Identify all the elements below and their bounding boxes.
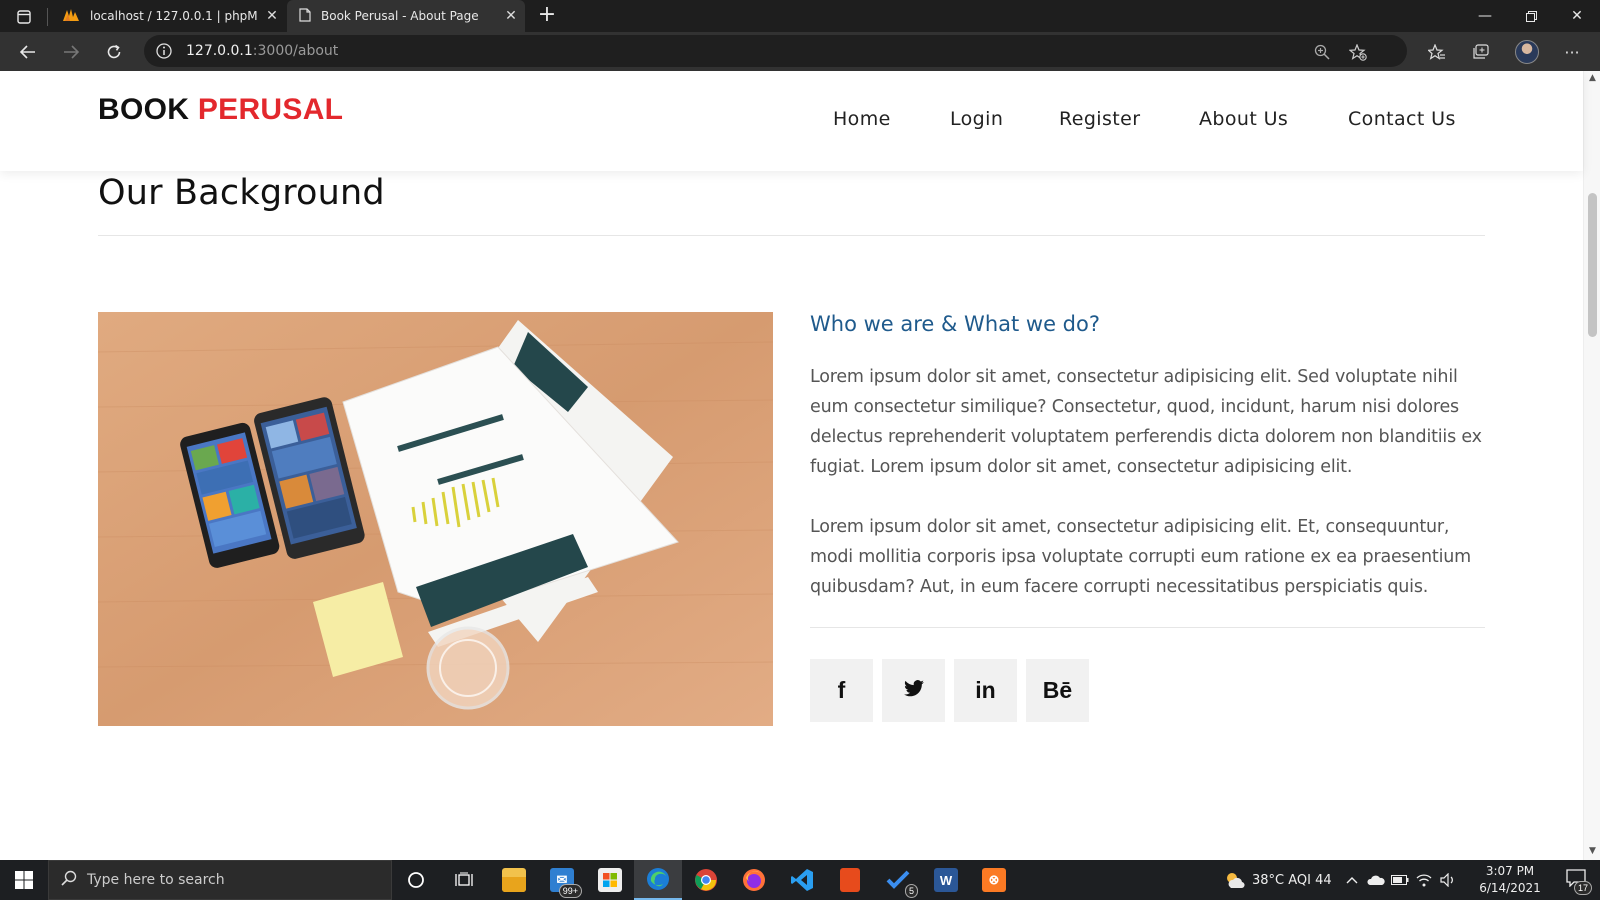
tab-title: localhost / 127.0.0.1 | phpMyAdmin <box>90 9 258 23</box>
wifi-icon[interactable] <box>1412 860 1436 900</box>
close-tab-icon[interactable]: ✕ <box>258 8 286 24</box>
cortana-icon[interactable] <box>392 860 440 900</box>
file-explorer-icon[interactable] <box>490 860 538 900</box>
twitter-icon <box>903 677 925 704</box>
xampp-icon[interactable]: ⊗ <box>970 860 1018 900</box>
about-heading: Who we are & What we do? <box>810 312 1101 336</box>
behance-icon: Bē <box>1042 677 1073 703</box>
firefox-icon[interactable] <box>730 860 778 900</box>
zoom-icon[interactable] <box>1310 41 1334 63</box>
new-tab-icon[interactable]: + <box>534 3 560 29</box>
nav-about-us[interactable]: About Us <box>1199 108 1288 130</box>
battery-icon[interactable] <box>1388 860 1412 900</box>
page-viewport: BOOK PERUSAL Home Login Register About U… <box>0 71 1600 860</box>
show-hidden-icons-icon[interactable] <box>1340 860 1364 900</box>
divider <box>98 235 1485 236</box>
collections-icon[interactable] <box>1466 38 1496 66</box>
taskbar-search-input[interactable]: Type here to search <box>48 860 392 900</box>
mail-icon[interactable]: ✉ 99+ <box>538 860 586 900</box>
taskbar: Type here to search ✉ 99+ 5 W ⊗ 38°C AQI … <box>0 860 1600 900</box>
clock-time: 3:07 PM <box>1485 864 1535 878</box>
nav-register[interactable]: Register <box>1059 108 1140 130</box>
logo-text-perusal: PERUSAL <box>197 93 344 126</box>
scroll-thumb[interactable] <box>1588 193 1597 337</box>
address-bar[interactable]: 127.0.0.1:3000/about <box>144 35 1407 67</box>
phpmyadmin-favicon-icon <box>62 8 80 25</box>
taskbar-clock[interactable]: 3:07 PM 6/14/2021 <box>1470 863 1550 897</box>
url-text: 127.0.0.1:3000/about <box>186 43 338 59</box>
forward-icon[interactable] <box>55 37 87 67</box>
onedrive-icon[interactable] <box>1364 860 1388 900</box>
restore-icon[interactable] <box>1508 0 1554 32</box>
linkedin-icon: in <box>975 677 996 703</box>
logo-text-book: BOOK <box>98 93 190 126</box>
weather-text[interactable]: 38°C AQI 44 <box>1252 860 1332 900</box>
mail-badge: 99+ <box>558 884 582 898</box>
weather-icon[interactable] <box>1220 860 1250 900</box>
browser-tab-bar: localhost / 127.0.0.1 | phpMyAdmin ✕ Boo… <box>0 0 1600 32</box>
browser-toolbar: 127.0.0.1:3000/about ··· <box>0 32 1600 71</box>
linkedin-button[interactable]: in <box>954 659 1017 722</box>
site-logo[interactable]: BOOK PERUSAL <box>98 93 343 127</box>
back-icon[interactable] <box>12 37 44 67</box>
divider <box>810 627 1485 628</box>
url-host: 127.0.0.1 <box>186 43 253 59</box>
nav-home[interactable]: Home <box>833 108 891 130</box>
behance-button[interactable]: Bē <box>1026 659 1089 722</box>
favorites-icon[interactable] <box>1422 38 1452 66</box>
about-paragraph: Lorem ipsum dolor sit amet, consectetur … <box>810 517 1471 597</box>
tab-actions-icon[interactable] <box>10 6 38 28</box>
search-icon <box>61 870 77 890</box>
scroll-down-icon[interactable]: ▼ <box>1588 847 1597 856</box>
url-path: :3000/about <box>252 43 339 59</box>
site-info-icon[interactable] <box>156 43 172 63</box>
profile-avatar-icon[interactable] <box>1512 38 1542 66</box>
next-section-peek <box>98 843 109 860</box>
task-view-icon[interactable] <box>440 860 488 900</box>
about-photo <box>98 312 773 726</box>
tab-book-perusal[interactable]: Book Perusal - About Page ✕ <box>287 0 525 32</box>
tab-phpmyadmin[interactable]: localhost / 127.0.0.1 | phpMyAdmin ✕ <box>50 0 286 32</box>
site-header: BOOK PERUSAL Home Login Register About U… <box>0 71 1583 171</box>
refresh-icon[interactable] <box>98 37 130 67</box>
page-scrollbar[interactable]: ▲ ▼ <box>1583 71 1600 860</box>
add-favorite-icon[interactable] <box>1346 41 1370 63</box>
more-options-icon[interactable]: ··· <box>1557 38 1587 66</box>
facebook-icon: f <box>837 677 846 703</box>
vscode-icon[interactable] <box>778 860 826 900</box>
nav-contact-us[interactable]: Contact Us <box>1348 108 1456 130</box>
facebook-button[interactable]: f <box>810 659 873 722</box>
search-placeholder: Type here to search <box>87 872 225 888</box>
close-tab-icon[interactable]: ✕ <box>497 8 525 24</box>
word-icon[interactable]: W <box>922 860 970 900</box>
office-icon[interactable] <box>826 860 874 900</box>
minimize-icon[interactable]: — <box>1462 0 1508 32</box>
tab-title: Book Perusal - About Page <box>321 9 479 23</box>
edge-icon[interactable] <box>634 860 682 900</box>
scroll-up-icon[interactable]: ▲ <box>1588 74 1597 83</box>
notification-count: 17 <box>1573 881 1592 895</box>
todo-icon[interactable]: 5 <box>874 860 922 900</box>
page-favicon-icon <box>299 7 311 25</box>
store-icon[interactable] <box>586 860 634 900</box>
clock-date: 6/14/2021 <box>1479 881 1541 895</box>
tab-separator <box>47 8 48 26</box>
section-title: Our Background <box>98 173 385 213</box>
volume-icon[interactable] <box>1436 860 1460 900</box>
todo-badge: 5 <box>904 884 918 898</box>
about-paragraph: Lorem ipsum dolor sit amet, consectetur … <box>810 367 1482 477</box>
chrome-icon[interactable] <box>682 860 730 900</box>
nav-login[interactable]: Login <box>950 108 1003 130</box>
windows-start-icon[interactable] <box>0 860 48 900</box>
close-window-icon[interactable]: ✕ <box>1554 0 1600 32</box>
twitter-button[interactable] <box>882 659 945 722</box>
notifications-icon[interactable]: 17 <box>1552 860 1600 900</box>
